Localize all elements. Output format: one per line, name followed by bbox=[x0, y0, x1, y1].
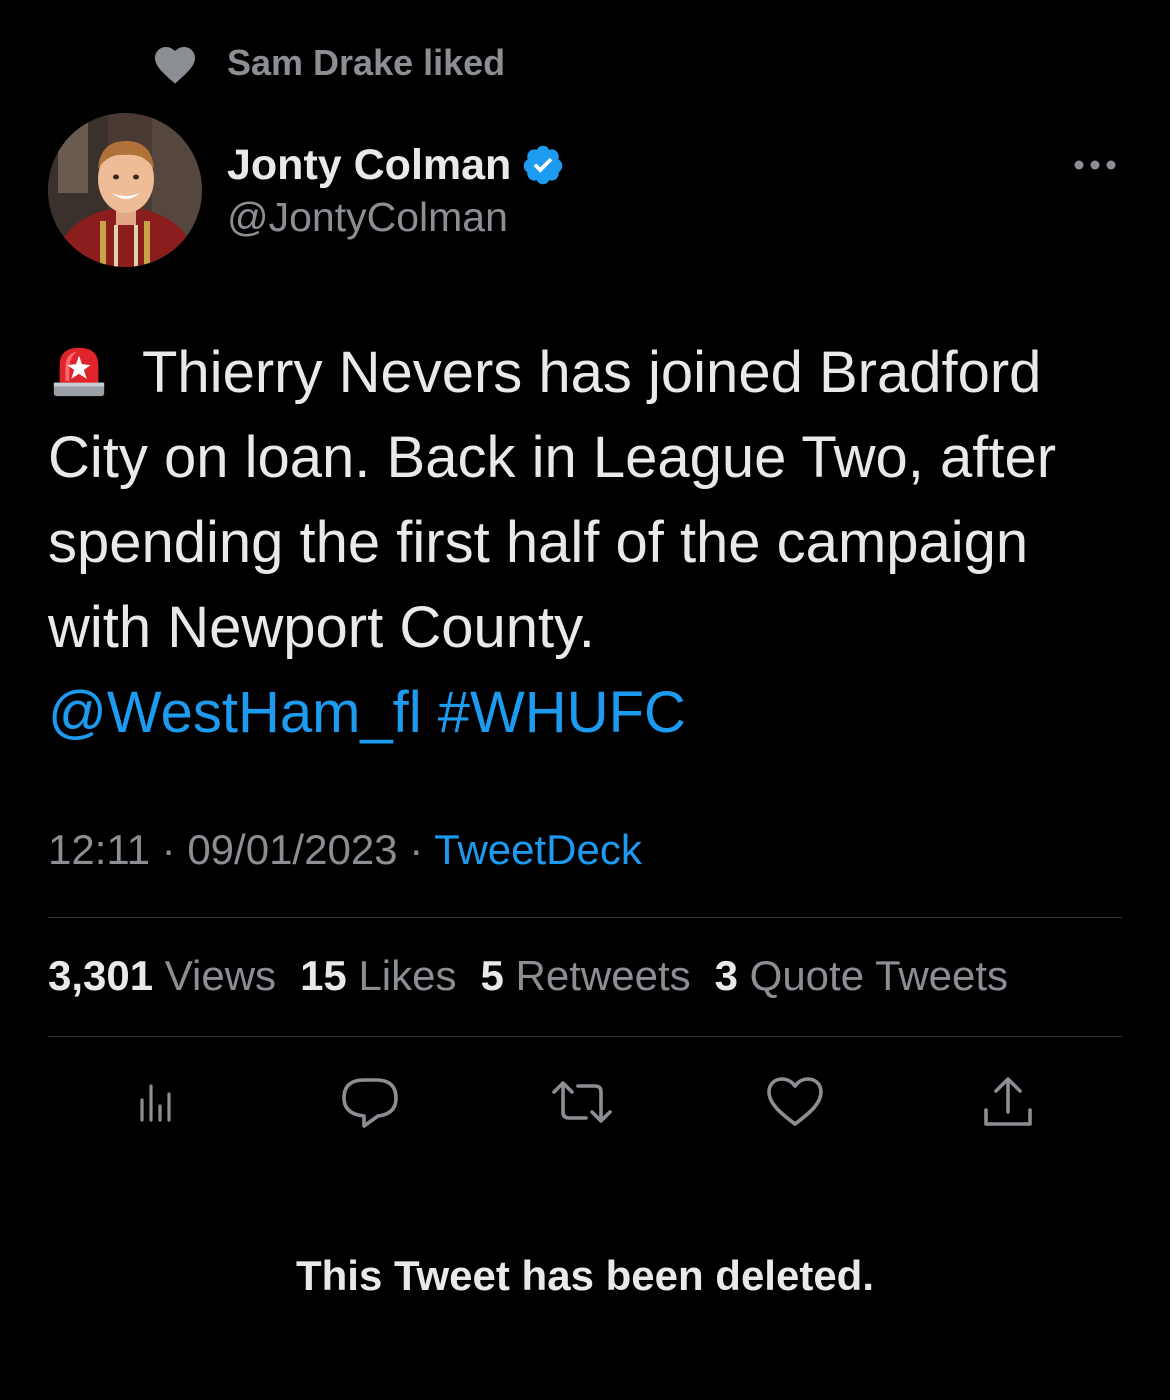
tweet-time[interactable]: 12:11 bbox=[48, 826, 150, 873]
tweet-meta: 12:11 · 09/01/2023 · TweetDeck bbox=[48, 826, 642, 874]
tweet-source[interactable]: TweetDeck bbox=[434, 826, 642, 873]
meta-separator: · bbox=[397, 826, 435, 873]
author-handle[interactable]: @JontyColman bbox=[227, 194, 565, 241]
analytics-button[interactable] bbox=[124, 1072, 188, 1132]
tweet-text: Thierry Nevers has joined Bradford City … bbox=[48, 330, 1128, 755]
likes-stat[interactable]: 15 Likes bbox=[300, 952, 456, 999]
rotating-light-emoji bbox=[48, 338, 110, 400]
deleted-tweet-notice: This Tweet has been deleted. bbox=[295, 1252, 875, 1299]
mention-link[interactable]: @WestHam_fl bbox=[48, 680, 422, 745]
likes-count: 15 bbox=[300, 952, 347, 999]
tweet-text-content: Thierry Nevers has joined Bradford City … bbox=[48, 340, 1057, 660]
quotes-stat[interactable]: 3 Quote Tweets bbox=[715, 952, 1008, 999]
likes-label: Likes bbox=[358, 952, 457, 999]
social-context: Sam Drake liked bbox=[150, 38, 505, 88]
views-label: Views bbox=[164, 952, 277, 999]
avatar[interactable] bbox=[48, 113, 202, 267]
divider bbox=[48, 917, 1122, 918]
share-button[interactable] bbox=[976, 1072, 1040, 1132]
author-block[interactable]: Jonty Colman @JontyColman bbox=[227, 138, 565, 241]
analytics-icon bbox=[140, 1084, 171, 1122]
more-options-button[interactable] bbox=[1070, 145, 1120, 185]
divider bbox=[48, 1036, 1122, 1037]
quotes-count: 3 bbox=[714, 952, 738, 999]
views-count: 3,301 bbox=[48, 952, 154, 999]
views-stat[interactable]: 3,301 Views bbox=[48, 952, 276, 999]
ellipsis-icon bbox=[1074, 160, 1116, 170]
quotes-label: Quote Tweets bbox=[749, 952, 1009, 999]
social-context-text[interactable]: Sam Drake liked bbox=[227, 42, 505, 84]
meta-separator: · bbox=[150, 826, 188, 873]
like-icon bbox=[767, 1077, 823, 1126]
retweets-label: Retweets bbox=[515, 952, 691, 999]
verified-badge-icon bbox=[521, 143, 565, 187]
like-button[interactable] bbox=[763, 1072, 827, 1132]
retweet-icon bbox=[552, 1081, 612, 1123]
retweets-count: 5 bbox=[480, 952, 504, 999]
heart-icon bbox=[150, 40, 200, 86]
hashtag-link[interactable]: #WHUFC bbox=[438, 680, 686, 745]
reply-button[interactable] bbox=[338, 1072, 402, 1132]
tweet-date[interactable]: 09/01/2023 bbox=[187, 826, 397, 873]
action-bar bbox=[0, 1072, 1170, 1132]
reply-icon bbox=[342, 1078, 398, 1128]
retweets-stat[interactable]: 5 Retweets bbox=[481, 952, 691, 999]
share-icon bbox=[984, 1077, 1032, 1126]
retweet-button[interactable] bbox=[550, 1072, 614, 1132]
tweet-stats: 3,301 Views 15 Likes 5 Retweets 3 Quote Twe… bbox=[48, 952, 1032, 1000]
author-display-name[interactable]: Jonty Colman bbox=[227, 141, 511, 190]
